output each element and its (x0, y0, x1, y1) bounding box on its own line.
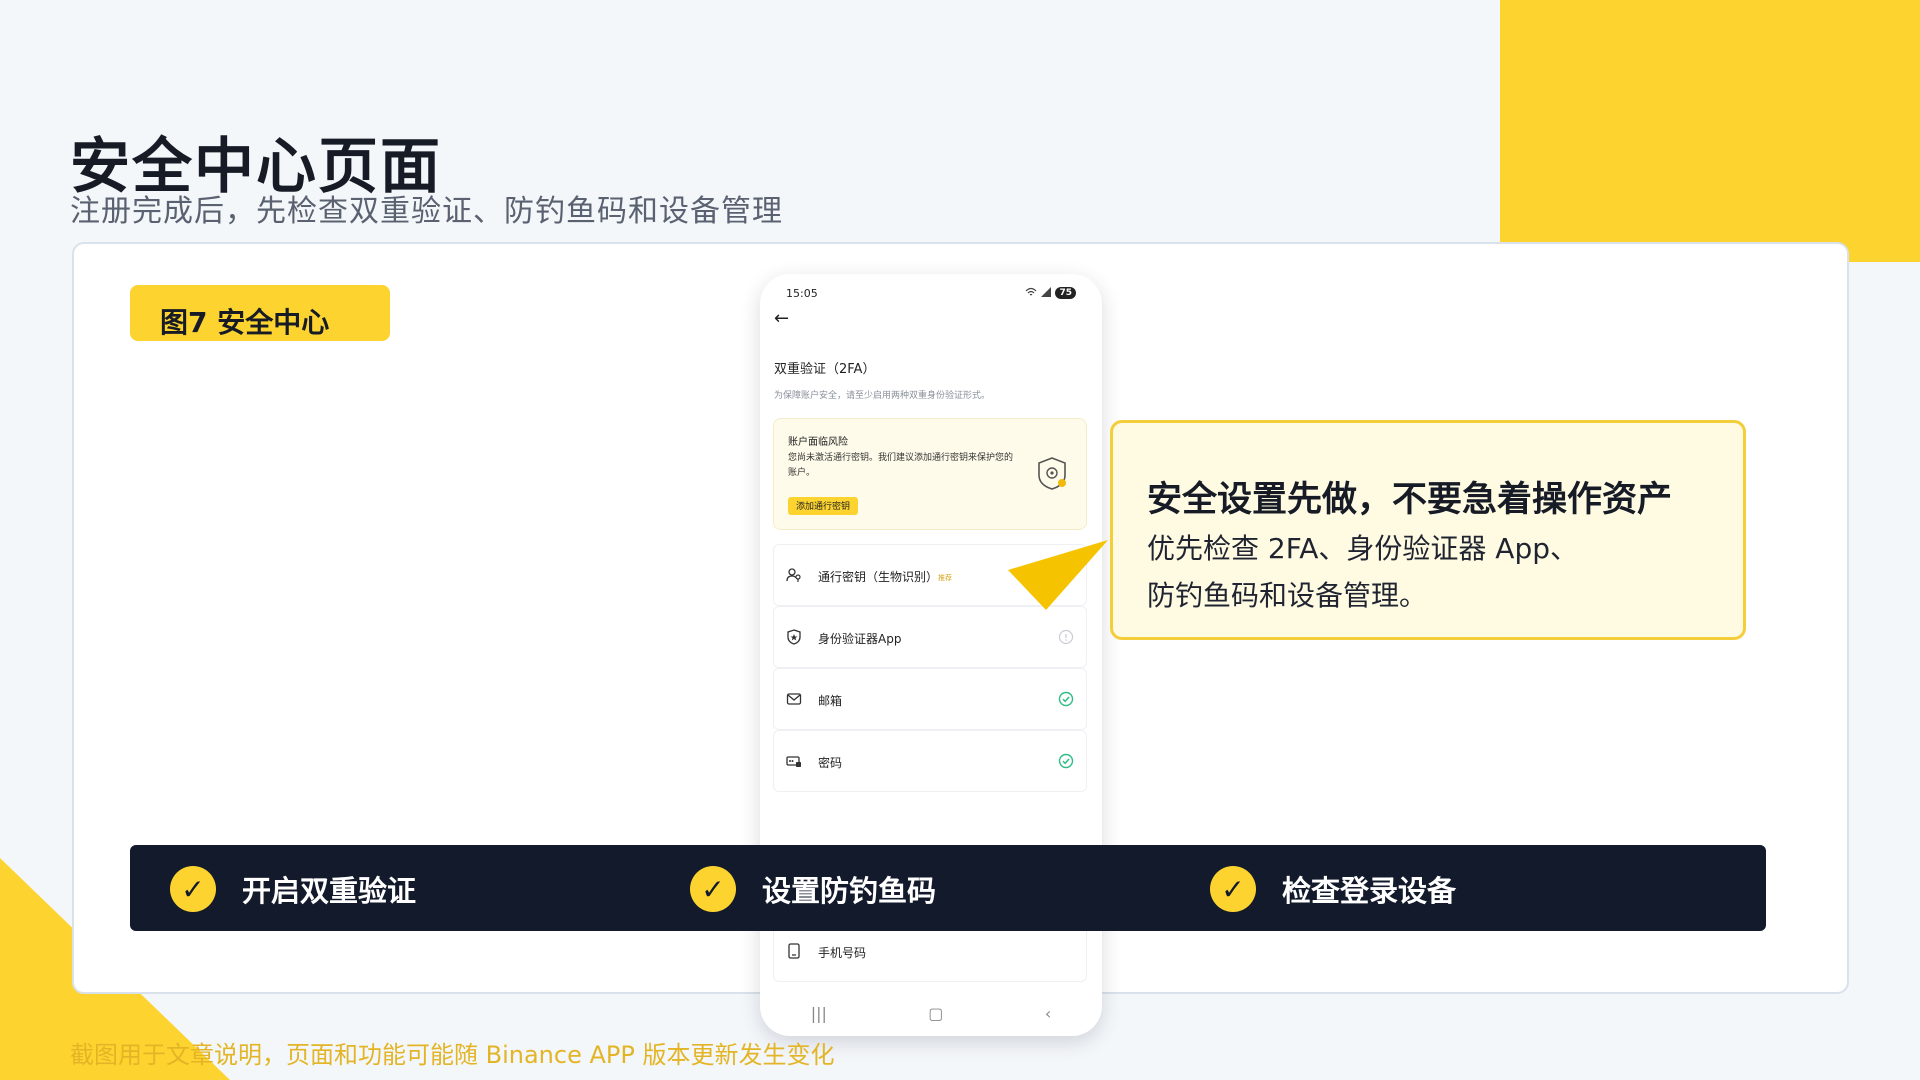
row-label: 通行密钥（生物识别） (818, 570, 939, 584)
account-risk-card: 账户面临风险 您尚未激活通行密钥。我们建议添加通行密钥来保护您的账户。 添加通行… (773, 418, 1087, 530)
phone-status-bar: 15:05 75 (786, 284, 1076, 302)
info-icon (1058, 629, 1074, 645)
check-circle-icon (1058, 691, 1074, 707)
wifi-icon (1025, 287, 1037, 300)
row-label: 密码 (818, 756, 843, 770)
twofa-description: 为保障账户安全，请至少启用两种双重身份验证形式。 (774, 391, 991, 401)
phone-icon (788, 943, 800, 959)
page-subtitle: 注册完成后，先检查双重验证、防钓鱼码和设备管理 (70, 194, 783, 229)
battery-icon: 75 (1055, 287, 1076, 299)
callout-box: 安全设置先做，不要急着操作资产 优先检查 2FA、身份验证器 App、 防钓鱼码… (1110, 420, 1746, 640)
status-icons: 75 (1025, 286, 1076, 300)
row-label: 手机号码 (818, 946, 867, 960)
twofa-title: 双重验证（2FA） (774, 362, 876, 377)
risk-text: 您尚未激活通行密钥。我们建议添加通行密钥来保护您的账户。 (788, 453, 1014, 478)
checkmark-icon: ✓ (690, 866, 736, 912)
security-shield-icon (1038, 457, 1066, 490)
check-label: 开启双重验证 (242, 874, 417, 908)
figure-tag: 图7 安全中心 (130, 285, 390, 341)
footnote: 截图用于文章说明，页面和功能可能随 Binance APP 版本更新发生变化 (70, 1041, 835, 1069)
recommended-badge: 推荐 (938, 574, 952, 582)
callout-line: 防钓鱼码和设备管理。 (1147, 579, 1428, 612)
back-icon[interactable]: ‹ (1045, 1004, 1051, 1023)
checklist-bar: ✓ 开启双重验证 ✓ 设置防钓鱼码 ✓ 检查登录设备 (130, 845, 1766, 931)
checkmark-icon: ✓ (170, 866, 216, 912)
shield-icon (787, 629, 801, 645)
check-item-devices: ✓ 检查登录设备 (1210, 866, 1456, 912)
passkey-icon (786, 568, 801, 582)
home-icon[interactable]: ▢ (928, 1004, 943, 1023)
password-icon (786, 756, 801, 767)
checkmark-icon: ✓ (1210, 866, 1256, 912)
check-item-anti-phishing: ✓ 设置防钓鱼码 (690, 866, 936, 912)
risk-title: 账户面临风险 (788, 437, 848, 448)
add-passkey-button[interactable]: 添加通行密钥 (788, 497, 859, 515)
row-label: 身份验证器App (818, 632, 902, 646)
row-password[interactable]: 密码 (773, 730, 1087, 792)
check-label: 设置防钓鱼码 (762, 874, 937, 908)
check-item-2fa: ✓ 开启双重验证 (170, 866, 416, 912)
signal-icon (1041, 286, 1052, 300)
callout-body: 优先检查 2FA、身份验证器 App、 防钓鱼码和设备管理。 (1147, 525, 1578, 619)
callout-title: 安全设置先做，不要急着操作资产 (1147, 480, 1673, 520)
row-authenticator-app[interactable]: 身份验证器App (773, 606, 1087, 668)
row-email[interactable]: 邮箱 (773, 668, 1087, 730)
check-circle-icon (1058, 753, 1074, 769)
callout-pointer-arrow (1008, 540, 1108, 610)
recent-apps-icon[interactable]: ||| (811, 1004, 827, 1023)
decor-yellow-block-top-right (1500, 0, 1920, 262)
android-nav-bar: ||| ▢ ‹ (760, 990, 1102, 1036)
status-time: 15:05 (786, 286, 818, 300)
back-arrow-icon[interactable]: ← (774, 308, 789, 329)
mail-icon (786, 693, 802, 705)
row-label: 邮箱 (818, 694, 843, 708)
check-label: 检查登录设备 (1282, 874, 1457, 908)
callout-line: 优先检查 2FA、身份验证器 App、 (1147, 532, 1579, 565)
